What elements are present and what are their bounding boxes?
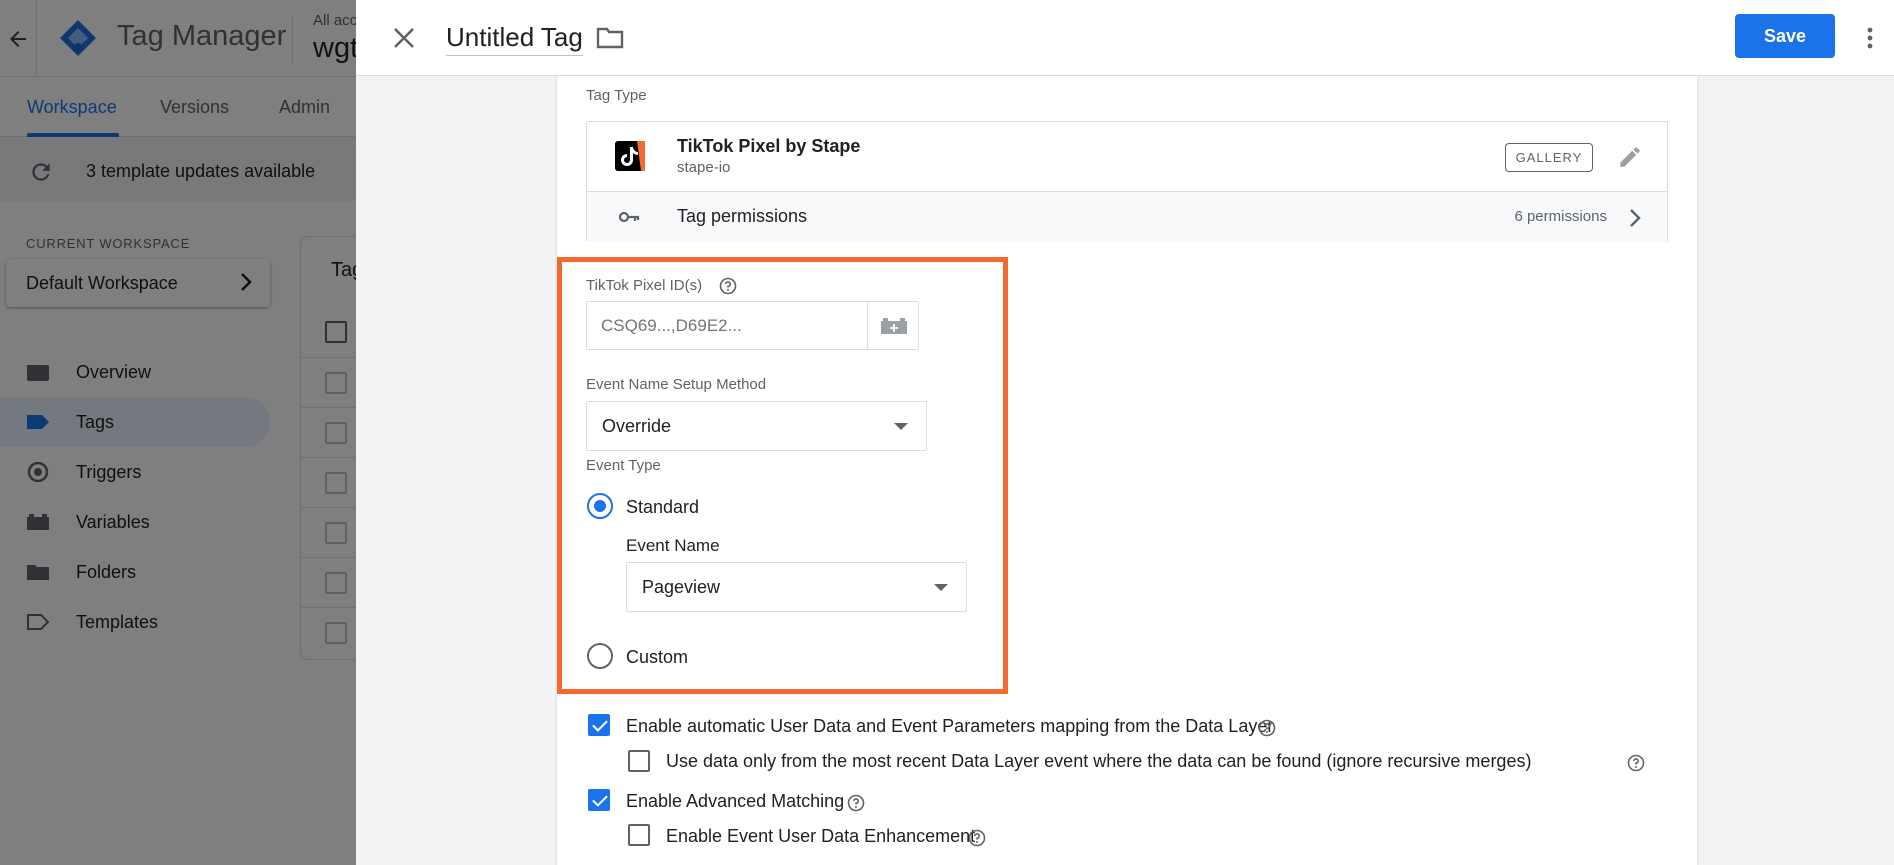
event-setup-label: Event Name Setup Method [586,376,767,393]
permissions-count: 6 permissions [1514,208,1607,225]
event-name-value: Pageview [642,577,721,597]
recent-event-checkbox[interactable] [628,750,650,772]
user-data-enhancement-label: Enable Event User Data Enhancement [666,826,976,846]
tag-permissions-row[interactable]: Tag permissions 6 permissions [587,191,1667,242]
pixel-ids-input[interactable] [586,301,868,350]
chevron-right-icon [1630,209,1641,227]
caret-down-icon [934,584,948,591]
tag-type-box: TikTok Pixel by Stape stape-io GALLERY T… [586,121,1668,242]
panel-header: Untitled Tag Save [356,0,1894,76]
event-setup-select[interactable]: Override [586,401,927,451]
auto-mapping-checkbox[interactable] [588,714,610,736]
pencil-icon[interactable] [1617,144,1643,170]
tag-name-input[interactable]: Untitled Tag [446,22,583,56]
event-name-label: Event Name [626,536,720,555]
key-icon [619,211,640,223]
standard-radio[interactable] [587,493,613,519]
caret-down-icon [894,423,908,430]
advanced-matching-label: Enable Advanced Matching [626,791,845,811]
tag-editor-panel: Untitled Tag Save Tag Type TikTok Pixel … [356,0,1894,865]
event-name-select[interactable]: Pageview [626,562,967,612]
save-button[interactable]: Save [1735,14,1835,58]
custom-radio[interactable] [587,643,613,669]
help-icon[interactable] [968,829,986,847]
tag-type-vendor: stape-io [677,159,731,176]
user-data-enhancement-checkbox[interactable] [628,824,650,846]
tag-type-label: Tag Type [586,87,647,104]
tag-type-row[interactable]: TikTok Pixel by Stape stape-io GALLERY [587,122,1667,191]
tag-permissions-label: Tag permissions [677,206,808,226]
variable-picker-button[interactable] [868,301,919,350]
variable-block-icon [881,318,907,334]
standard-label: Standard [626,497,700,517]
custom-label: Custom [626,647,689,667]
help-icon[interactable] [1627,754,1645,772]
help-icon[interactable] [847,794,865,812]
more-vert-icon[interactable] [1862,22,1878,54]
help-icon[interactable] [1258,719,1276,737]
tag-type-name: TikTok Pixel by Stape [677,136,861,156]
gallery-button[interactable]: GALLERY [1505,143,1593,172]
tag-configuration-card: Tag Type TikTok Pixel by Stape stape-io … [557,76,1697,865]
event-setup-value: Override [602,416,672,436]
advanced-matching-checkbox[interactable] [588,789,610,811]
recent-event-label: Use data only from the most recent Data … [666,751,1532,771]
tiktok-logo-icon [615,141,645,171]
help-icon[interactable] [719,277,737,295]
close-icon[interactable] [388,22,420,54]
pixel-ids-label: TikTok Pixel ID(s) [586,277,703,294]
event-type-label: Event Type [586,457,661,474]
auto-mapping-label: Enable automatic User Data and Event Par… [626,716,1274,736]
folder-icon[interactable] [596,26,624,50]
